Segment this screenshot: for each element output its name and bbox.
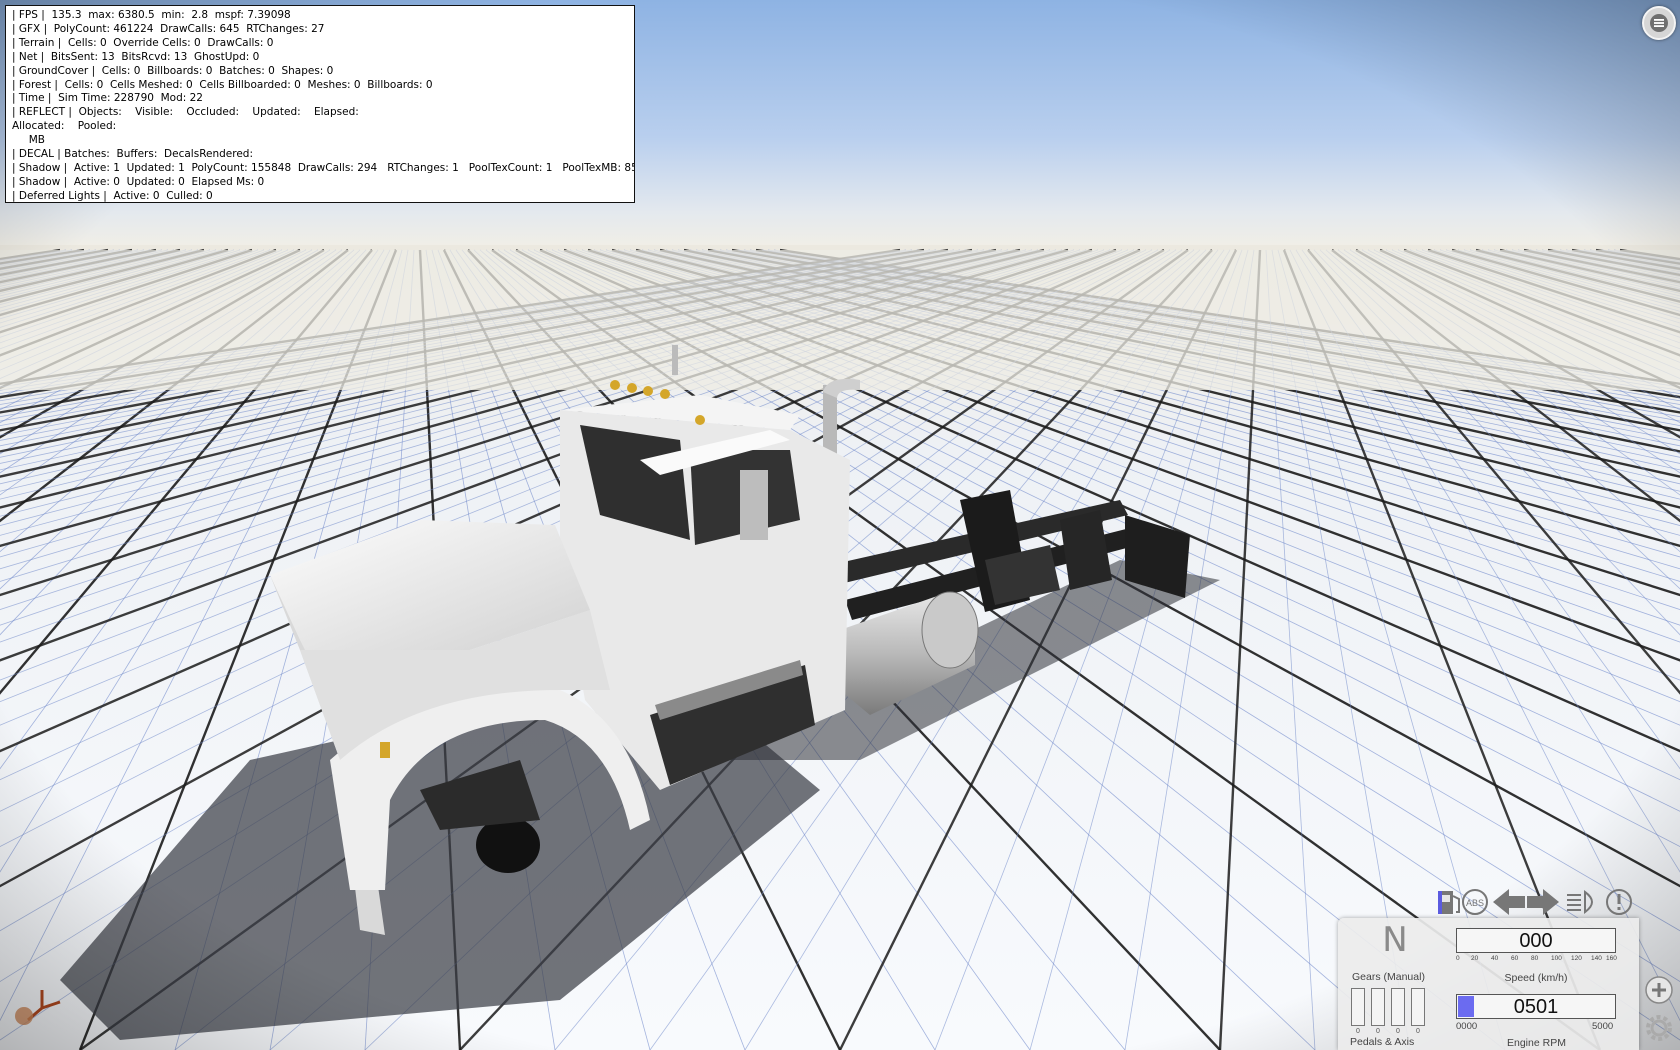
main-menu-button[interactable] [1642, 6, 1676, 40]
menu-icon [1650, 14, 1668, 32]
gear-indicator: N [1382, 920, 1408, 960]
rpm-bar-fill [1458, 996, 1474, 1017]
stats-line: | DECAL | Batches: Buffers: DecalsRender… [12, 148, 254, 161]
rpm-label: Engine RPM [1507, 1037, 1566, 1049]
warning-icon [1606, 889, 1632, 915]
stats-line: | GFX | PolyCount: 461224 DrawCalls: 645… [12, 22, 325, 35]
speed-label: Speed (km/h) [1504, 972, 1568, 984]
fuel-pump-icon [1438, 891, 1460, 914]
stats-line: | Net | BitsSent: 13 BitsRcvd: 13 GhostU… [12, 50, 260, 63]
speed-tick-label: 60 [1511, 955, 1519, 962]
rpm-value: 0501 [1513, 996, 1559, 1018]
pedal-value: 0 [1356, 1028, 1360, 1035]
vehicle-dashboard: N Gears (Manual) 000 0 20 40 60 80 100 120 140 1… [1338, 918, 1639, 1050]
stats-line: | FPS | 135.3 max: 6380.5 min: 2.8 mspf:… [12, 9, 291, 21]
headlight-icon [1567, 890, 1593, 914]
speed-tick-label: 100 [1551, 955, 1562, 962]
stats-line: | Shadow | Active: 0 Updated: 0 Elapsed … [12, 175, 265, 188]
rpm-readout: 0501 [1456, 994, 1616, 1019]
turn-left-icon [1493, 889, 1525, 915]
speed-scale: 0 20 40 60 80 100 120 140 160 [1456, 953, 1617, 965]
pedal-value: 0 [1396, 1028, 1400, 1035]
abs-icon: ABS [1462, 889, 1488, 915]
svg-text:ABS: ABS [1466, 898, 1484, 908]
stats-line: | Shadow | Active: 1 Updated: 1 PolyCoun… [12, 161, 635, 174]
settings-button[interactable] [1644, 1013, 1674, 1043]
speed-tick-label: 20 [1471, 955, 1479, 962]
pedal-value: 0 [1376, 1028, 1380, 1035]
pedal-bar [1411, 988, 1425, 1026]
debug-stats-panel: | FPS | 135.3 max: 6380.5 min: 2.8 mspf:… [5, 5, 635, 203]
stats-line: Allocated: Pooled: [12, 120, 117, 133]
pedal-bar [1391, 988, 1405, 1026]
speed-tick-label: 120 [1571, 955, 1582, 962]
speed-tick-label: 0 [1456, 955, 1460, 962]
gear-icon [1646, 1015, 1672, 1041]
stats-line: | Forest | Cells: 0 Cells Meshed: 0 Cell… [12, 78, 433, 91]
pedal-value: 0 [1416, 1028, 1420, 1035]
speed-tick-label: 40 [1491, 955, 1499, 962]
speed-readout: 000 [1456, 928, 1616, 953]
speed-tick-label: 80 [1531, 955, 1539, 962]
side-toolbar [1642, 975, 1678, 1050]
turn-right-icon [1527, 889, 1559, 915]
pedal-bar [1371, 988, 1385, 1026]
indicator-strip: ABS [1438, 889, 1632, 915]
rpm-max-label: 5000 [1592, 1021, 1614, 1032]
stats-line: | Deferred Lights | Active: 0 Culled: 0 [12, 189, 213, 202]
stats-line: | Terrain | Cells: 0 Override Cells: 0 D… [12, 36, 274, 49]
pedals-label: Pedals & Axis [1350, 1036, 1415, 1048]
stats-line: | Time | Sim Time: 228790 Mod: 22 [12, 92, 203, 105]
speed-tick-label: 160 [1606, 955, 1617, 962]
rpm-min-label: 0000 [1456, 1021, 1478, 1032]
stats-line: MB [12, 134, 45, 147]
pedal-bar [1351, 988, 1365, 1026]
zoom-in-button[interactable] [1644, 975, 1674, 1005]
stats-line: | REFLECT | Objects: Visible: Occluded: … [12, 106, 359, 119]
speed-tick-label: 140 [1591, 955, 1602, 962]
stats-line: | GroundCover | Cells: 0 Billboards: 0 B… [12, 64, 334, 77]
